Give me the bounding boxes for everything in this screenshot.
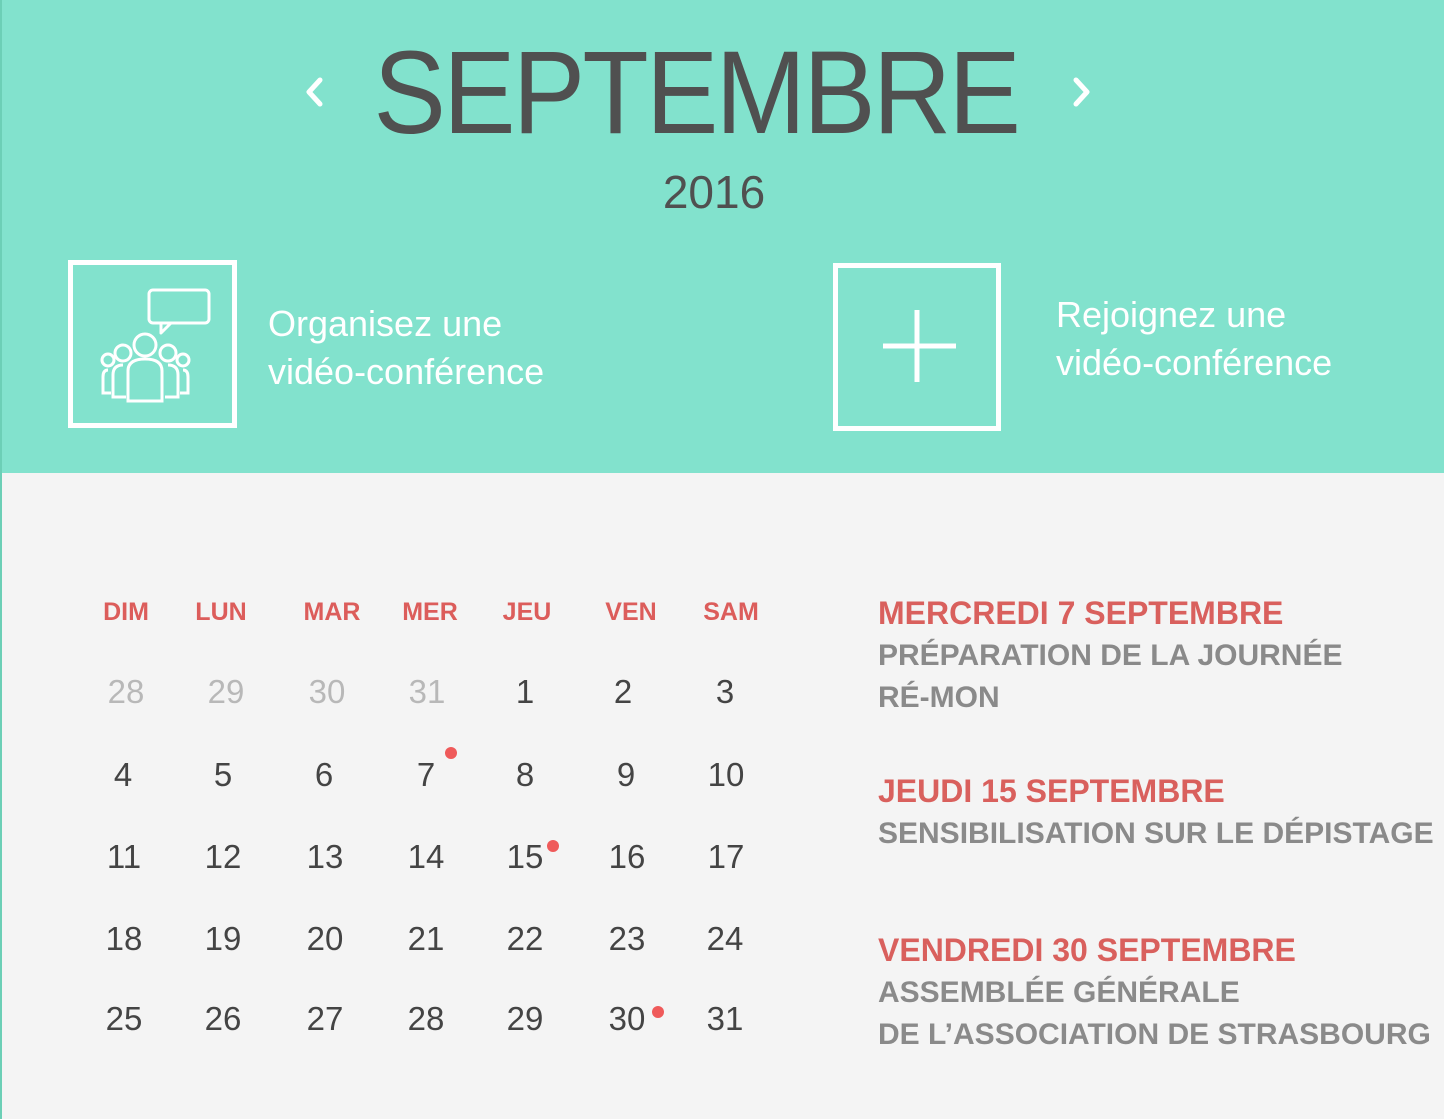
calendar-day[interactable]: 9	[586, 755, 666, 795]
calendar-day[interactable]: 16	[587, 837, 667, 877]
calendar-day[interactable]: 8	[485, 755, 565, 795]
calendar-day[interactable]: 30	[287, 672, 367, 712]
calendar-day[interactable]: 29	[186, 672, 266, 712]
event-description: SENSIBILISATION SUR LE DÉPISTAGE	[878, 817, 1434, 850]
calendar-day[interactable]: 10	[686, 755, 766, 795]
calendar-day[interactable]: 2	[583, 672, 663, 712]
event-description: PRÉPARATION DE LA JOURNÉE	[878, 639, 1343, 672]
event-dot	[652, 1006, 664, 1018]
organize-label-line1: Organisez une	[268, 303, 503, 344]
weekday-tue: MAR	[303, 598, 361, 626]
calendar-day[interactable]: 26	[183, 999, 263, 1039]
calendar-day[interactable]: 31	[387, 672, 467, 712]
year-label: 2016	[662, 166, 766, 218]
people-chat-icon	[68, 260, 237, 428]
event-description: RÉ-MON	[878, 681, 1000, 714]
calendar-day[interactable]: 13	[285, 837, 365, 877]
weekday-fri: VEN	[605, 598, 657, 626]
calendar-day[interactable]: 17	[686, 837, 766, 877]
calendar-header: SEPTEMBRE 2016 Organisez une vidéo-confé…	[0, 0, 1444, 473]
calendar-day[interactable]: 28	[386, 999, 466, 1039]
weekday-mon: LUN	[195, 598, 247, 626]
join-label-line2: vidéo-conférence	[1056, 342, 1333, 383]
calendar-day[interactable]: 18	[84, 919, 164, 959]
calendar-day[interactable]: 6	[284, 755, 364, 795]
weekday-wed: MER	[402, 598, 458, 626]
month-title: SEPTEMBRE	[373, 27, 1021, 159]
join-conference-button[interactable]: Rejoignez une vidéo-conférence	[833, 263, 1373, 433]
calendar-day[interactable]: 5	[183, 755, 263, 795]
left-border	[0, 0, 2, 1119]
calendar-day[interactable]: 1	[485, 672, 565, 712]
calendar-day[interactable]: 29	[485, 999, 565, 1039]
event-dot	[547, 840, 559, 852]
event-description: ASSEMBLÉE GÉNÉRALE	[878, 976, 1240, 1009]
chevron-right-icon[interactable]	[1062, 72, 1102, 112]
organize-conference-button[interactable]: Organisez une vidéo-conférence	[68, 260, 588, 430]
calendar-day[interactable]: 27	[285, 999, 365, 1039]
calendar-day[interactable]: 28	[86, 672, 166, 712]
calendar-day[interactable]: 19	[183, 919, 263, 959]
calendar-day[interactable]: 7	[386, 755, 466, 795]
calendar-day[interactable]: 14	[386, 837, 466, 877]
calendar-day[interactable]: 30	[587, 999, 667, 1039]
event-description: DE L’ASSOCIATION DE STRASBOURG	[878, 1018, 1431, 1051]
event-dot	[445, 747, 457, 759]
calendar-day[interactable]: 25	[84, 999, 164, 1039]
calendar-day[interactable]: 20	[285, 919, 365, 959]
plus-icon	[833, 263, 1001, 431]
calendar-day[interactable]: 24	[685, 919, 765, 959]
join-label-line1: Rejoignez une	[1056, 294, 1287, 335]
calendar-day[interactable]: 22	[485, 919, 565, 959]
calendar-day[interactable]: 4	[83, 755, 163, 795]
calendar-day[interactable]: 3	[685, 672, 765, 712]
organize-label-line2: vidéo-conférence	[268, 351, 545, 392]
calendar-day[interactable]: 11	[84, 837, 164, 877]
calendar-day[interactable]: 31	[685, 999, 765, 1039]
weekday-sat: SAM	[703, 598, 759, 626]
calendar-day[interactable]: 23	[587, 919, 667, 959]
weekday-sun: DIM	[103, 598, 149, 626]
event-date: MERCREDI 7 SEPTEMBRE	[878, 595, 1284, 631]
calendar-day[interactable]: 12	[183, 837, 263, 877]
weekday-thu: JEU	[502, 598, 552, 626]
calendar-day[interactable]: 21	[386, 919, 466, 959]
event-date: JEUDI 15 SEPTEMBRE	[878, 773, 1225, 809]
event-date: VENDREDI 30 SEPTEMBRE	[878, 932, 1296, 968]
